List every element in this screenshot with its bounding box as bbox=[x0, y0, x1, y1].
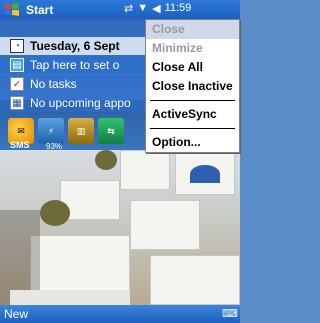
windows-flag-icon[interactable] bbox=[2, 1, 22, 19]
start-label[interactable]: Start bbox=[26, 3, 53, 17]
house-5 bbox=[30, 235, 130, 295]
bottom-menu-bar: New ⌨ bbox=[0, 305, 240, 323]
menu-item-activesync[interactable]: ActiveSync bbox=[146, 105, 239, 124]
signal-icon[interactable]: ▼ bbox=[137, 2, 148, 15]
battery-label: 93% bbox=[46, 142, 63, 151]
house-4 bbox=[130, 200, 200, 250]
task-menu: Close Minimize Close All Close Inactive … bbox=[145, 19, 240, 153]
shrub-1 bbox=[40, 200, 70, 226]
speaker-icon[interactable]: ◀ bbox=[152, 2, 160, 15]
owner-card-icon: ▤ bbox=[10, 58, 24, 72]
tasks-check-icon: ✓ bbox=[10, 77, 24, 91]
title-bar: Start ⇄ ▼ ◀ 11:59 bbox=[0, 0, 240, 19]
menu-item-minimize[interactable]: Minimize bbox=[146, 39, 239, 58]
house-1 bbox=[120, 150, 170, 190]
owner-prompt-text: Tap here to set o bbox=[30, 58, 120, 72]
menu-separator-1 bbox=[150, 100, 235, 101]
appointments-text: No upcoming appo bbox=[30, 96, 131, 110]
menu-separator-2 bbox=[150, 128, 235, 129]
menu-item-close[interactable]: Close bbox=[146, 20, 239, 39]
house-6 bbox=[150, 255, 240, 305]
battery-icon[interactable]: ⚡ bbox=[38, 118, 64, 144]
connectivity-icon[interactable]: ⇄ bbox=[124, 2, 133, 15]
menu-item-close-inactive[interactable]: Close Inactive bbox=[146, 77, 239, 96]
menu-item-option[interactable]: Option... bbox=[146, 133, 239, 152]
blue-dome bbox=[190, 165, 220, 183]
storage-card-icon[interactable]: ▥ bbox=[68, 118, 94, 144]
clock-time[interactable]: 11:59 bbox=[165, 2, 192, 15]
clock-icon: ◔ bbox=[10, 39, 24, 53]
keyboard-icon[interactable]: ⌨ bbox=[222, 307, 238, 321]
new-button[interactable]: New bbox=[4, 307, 28, 321]
calendar-icon: ▦ bbox=[10, 96, 24, 110]
sms-label: SMS bbox=[10, 140, 30, 150]
menu-item-close-all[interactable]: Close All bbox=[146, 58, 239, 77]
titlebar-status-icons: ⇄ ▼ ◀ 11:59 bbox=[124, 2, 191, 15]
date-text: Tuesday, 6 Sept bbox=[30, 39, 120, 53]
roof-terrace bbox=[10, 290, 130, 305]
sync-icon[interactable]: ⇆ bbox=[98, 118, 124, 144]
tasks-text: No tasks bbox=[30, 77, 77, 91]
